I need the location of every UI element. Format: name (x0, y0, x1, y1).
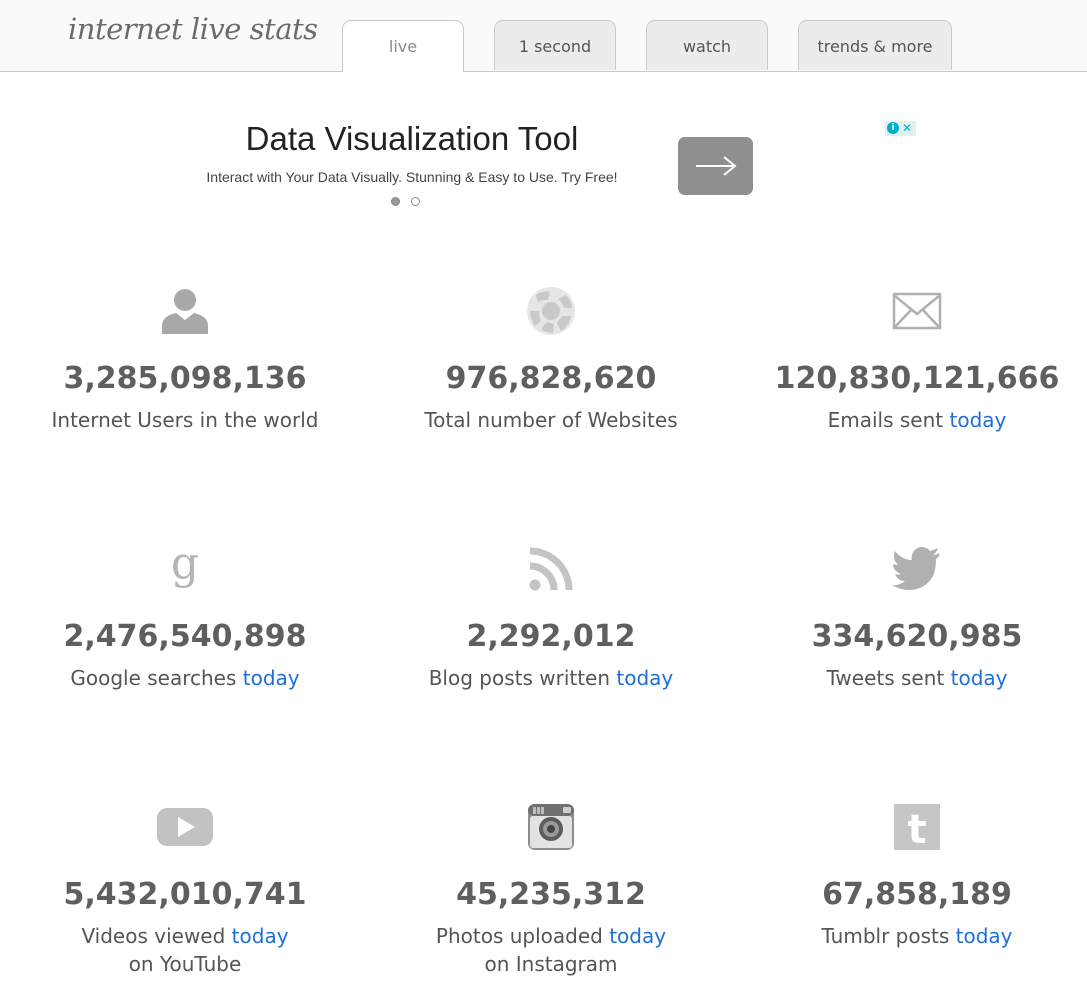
close-icon[interactable]: ✕ (902, 121, 912, 136)
arrow-right-icon (696, 156, 737, 176)
adchoices-badge[interactable]: i ✕ (885, 121, 916, 136)
stat-tweets: 334,620,985 Tweets sent today (737, 544, 1087, 692)
today-link[interactable]: today (956, 924, 1013, 948)
stat-label: Emails sent today (827, 408, 1007, 432)
svg-text:t: t (907, 807, 926, 851)
stat-google-searches: g 2,476,540,898 Google searches today (5, 544, 365, 692)
stat-label: Internet Users in the world (51, 408, 319, 432)
rss-icon (529, 547, 573, 591)
stat-tumblr-posts: t 67,858,189 Tumblr posts today (737, 802, 1087, 950)
stat-value: 976,828,620 (445, 361, 657, 396)
stat-label: Tumblr posts today (821, 924, 1013, 948)
stat-label: Blog posts written today (428, 666, 674, 690)
tab-1-second[interactable]: 1 second (494, 20, 616, 70)
google-icon: g (171, 544, 199, 589)
ad-go-button[interactable] (678, 137, 753, 195)
tab-live[interactable]: live (342, 20, 464, 72)
today-link[interactable]: today (950, 408, 1007, 432)
stat-label: Tweets sent today (826, 666, 1008, 690)
stat-label: Videos viewed today on YouTube (81, 924, 289, 976)
ad-subtitle[interactable]: Interact with Your Data Visually. Stunni… (162, 169, 662, 185)
stat-label: Total number of Websites (424, 408, 678, 432)
stat-value: 5,432,010,741 (63, 877, 307, 912)
tab-watch[interactable]: watch (646, 20, 768, 70)
svg-text:g: g (171, 544, 199, 589)
stat-websites: 976,828,620 Total number of Websites (371, 286, 731, 434)
ad-carousel-dot-active[interactable] (391, 197, 400, 206)
ad-carousel-dot[interactable] (411, 197, 420, 206)
instagram-camera-icon (528, 804, 574, 850)
adchoices-info-icon[interactable]: i (887, 122, 899, 134)
stat-value: 2,292,012 (466, 619, 636, 654)
today-link[interactable]: today (951, 666, 1008, 690)
stat-label: Photos uploaded today on Instagram (435, 924, 667, 976)
today-link[interactable]: today (232, 924, 289, 948)
globe-icon (527, 287, 575, 335)
stat-internet-users: 3,285,098,136 Internet Users in the worl… (5, 286, 365, 434)
user-icon (162, 289, 208, 334)
tumblr-icon: t (894, 804, 940, 851)
stat-label: Google searches today (70, 666, 300, 690)
today-link[interactable]: today (609, 924, 666, 948)
stat-value: 3,285,098,136 (63, 361, 307, 396)
today-link[interactable]: today (243, 666, 300, 690)
stat-blog-posts: 2,292,012 Blog posts written today (371, 544, 731, 692)
stat-value: 2,476,540,898 (63, 619, 307, 654)
ad-title[interactable]: Data Visualization Tool (162, 120, 662, 158)
envelope-icon (892, 292, 942, 330)
site-header: internet live stats live 1 second watch … (0, 0, 1087, 72)
stat-value: 334,620,985 (811, 619, 1023, 654)
youtube-icon (157, 808, 213, 846)
stat-value: 120,830,121,666 (774, 361, 1060, 396)
tab-trends-more[interactable]: trends & more (798, 20, 952, 70)
site-logo[interactable]: internet live stats (68, 12, 318, 46)
stat-value: 67,858,189 (822, 877, 1012, 912)
stat-emails: 120,830,121,666 Emails sent today (737, 286, 1087, 434)
stat-value: 45,235,312 (456, 877, 646, 912)
stat-instagram-photos: 45,235,312 Photos uploaded today on Insta… (371, 802, 731, 978)
today-link[interactable]: today (616, 666, 673, 690)
stat-youtube-videos: 5,432,010,741 Videos viewed today on YouT… (5, 802, 365, 978)
twitter-bird-icon (892, 547, 940, 590)
